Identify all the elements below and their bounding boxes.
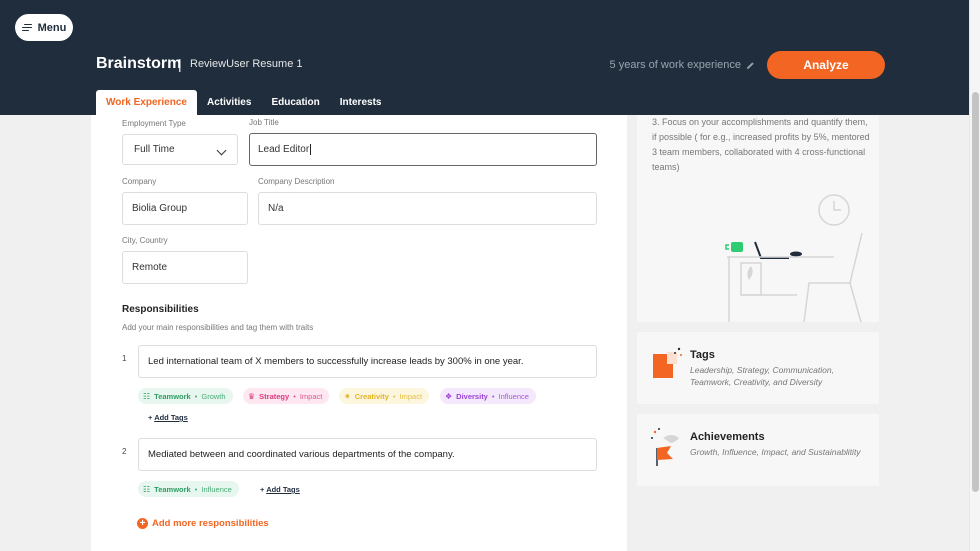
achievements-info-card: Achievements Growth, Influence, Impact, … <box>637 414 879 486</box>
tag-name: Diversity <box>456 391 488 401</box>
add-more-label: Add more responsibilities <box>152 518 269 529</box>
tab-education[interactable]: Education <box>261 90 329 115</box>
flag-icon <box>651 428 679 466</box>
scrollbar[interactable] <box>969 0 980 551</box>
tag-name: Strategy <box>259 391 290 401</box>
diversity-icon: ❖ <box>445 391 453 401</box>
achievements-card-title: Achievements <box>690 431 765 443</box>
menu-button[interactable]: Menu <box>15 14 73 41</box>
tag-strategy[interactable]: ♛ Strategy • Impact <box>243 388 330 404</box>
tag-teamwork[interactable]: ☷ Teamwork • Influence <box>138 481 239 497</box>
city-country-label: City, Country <box>122 236 168 245</box>
experience-years[interactable]: 5 years of work experience <box>610 59 755 71</box>
tags-icon <box>653 347 682 378</box>
company-description-value: N/a <box>268 203 284 214</box>
plus-circle-icon: + <box>137 518 148 529</box>
employment-type-value: Full Time <box>134 144 175 155</box>
job-title-label: Job Title <box>249 118 279 127</box>
responsibility-input-1[interactable]: Led international team of X members to s… <box>138 345 597 378</box>
lightbulb-icon: ✷ <box>344 391 351 401</box>
desk-illustration <box>725 194 863 322</box>
tag-name: Creativity <box>354 391 389 401</box>
experience-years-text: 5 years of work experience <box>609 59 741 71</box>
company-description-input[interactable]: N/a <box>258 192 597 225</box>
brand-separator: | <box>178 56 182 72</box>
menu-label: Menu <box>37 21 67 34</box>
tag-name: Teamwork <box>154 484 191 494</box>
add-more-responsibilities-button[interactable]: + Add more responsibilities <box>137 518 269 529</box>
achievements-card-description: Growth, Influence, Impact, and Sustainab… <box>690 447 861 457</box>
company-description-label: Company Description <box>258 177 335 186</box>
tags-card-title: Tags <box>690 349 715 361</box>
employment-type-select[interactable]: Full Time <box>122 134 238 165</box>
top-header: Menu Brainstorm | ReviewUser Resume 1 5 … <box>0 0 980 115</box>
tag-category: Influence <box>498 391 529 401</box>
work-experience-form: Employment Type Full Time Job Title Lead… <box>91 115 627 551</box>
responsibilities-subtitle: Add your main responsibilities and tag t… <box>122 323 314 332</box>
tags-info-card: Tags Leadership, Strategy, Communication… <box>637 332 879 404</box>
analyze-button[interactable]: Analyze <box>767 51 885 79</box>
responsibility-number: 2 <box>122 447 127 456</box>
chevron-down-icon <box>216 145 227 156</box>
city-country-input[interactable]: Remote <box>122 251 248 284</box>
tab-activities[interactable]: Activities <box>197 90 261 115</box>
tab-interests[interactable]: Interests <box>330 90 392 115</box>
city-country-value: Remote <box>132 262 168 273</box>
responsibility-input-2[interactable]: Mediated between and coordinated various… <box>138 438 597 471</box>
menu-icon <box>21 23 32 32</box>
responsibility-text: Mediated between and coordinated various… <box>148 449 455 460</box>
tag-category: Impact <box>299 391 323 401</box>
strategy-icon: ♛ <box>248 391 256 401</box>
tag-category: Impact <box>399 391 423 401</box>
tag-category: Influence <box>201 484 232 494</box>
resume-name: ReviewUser Resume 1 <box>190 58 303 70</box>
responsibility-text: Led international team of X members to s… <box>148 356 524 367</box>
company-value: Biolia Group <box>132 203 188 214</box>
add-tags-link[interactable]: + Add Tags <box>260 485 300 494</box>
pencil-icon[interactable] <box>746 61 755 70</box>
teamwork-icon: ☷ <box>143 484 151 494</box>
job-title-input[interactable]: Lead Editor <box>249 133 597 166</box>
tab-work-experience[interactable]: Work Experience <box>96 90 197 115</box>
add-tags-link[interactable]: + Add Tags <box>148 413 188 422</box>
tag-teamwork[interactable]: ☷ Teamwork • Growth <box>138 388 233 404</box>
employment-type-label: Employment Type <box>122 119 186 128</box>
tag-name: Teamwork <box>154 391 191 401</box>
company-input[interactable]: Biolia Group <box>122 192 248 225</box>
section-tabs: Work Experience Activities Education Int… <box>96 90 391 115</box>
job-title-value: Lead Editor <box>258 144 310 155</box>
tag-category: Growth <box>201 391 226 401</box>
add-tags-label: Add Tags <box>266 485 300 494</box>
tag-creativity[interactable]: ✷ Creativity • Impact <box>339 388 430 404</box>
responsibility-number: 1 <box>122 354 127 363</box>
scrollbar-thumb[interactable] <box>972 92 979 492</box>
add-tags-label: Add Tags <box>154 413 188 422</box>
brand-logo: Brainstorm <box>96 55 182 72</box>
teamwork-icon: ☷ <box>143 391 151 401</box>
tip-card: 3. Focus on your accomplishments and qua… <box>637 115 879 322</box>
tag-diversity[interactable]: ❖ Diversity • Influence <box>440 388 536 404</box>
tags-card-description: Leadership, Strategy, Communication, Tea… <box>690 365 834 387</box>
company-label: Company <box>122 177 157 186</box>
responsibilities-title: Responsibilities <box>122 304 199 315</box>
